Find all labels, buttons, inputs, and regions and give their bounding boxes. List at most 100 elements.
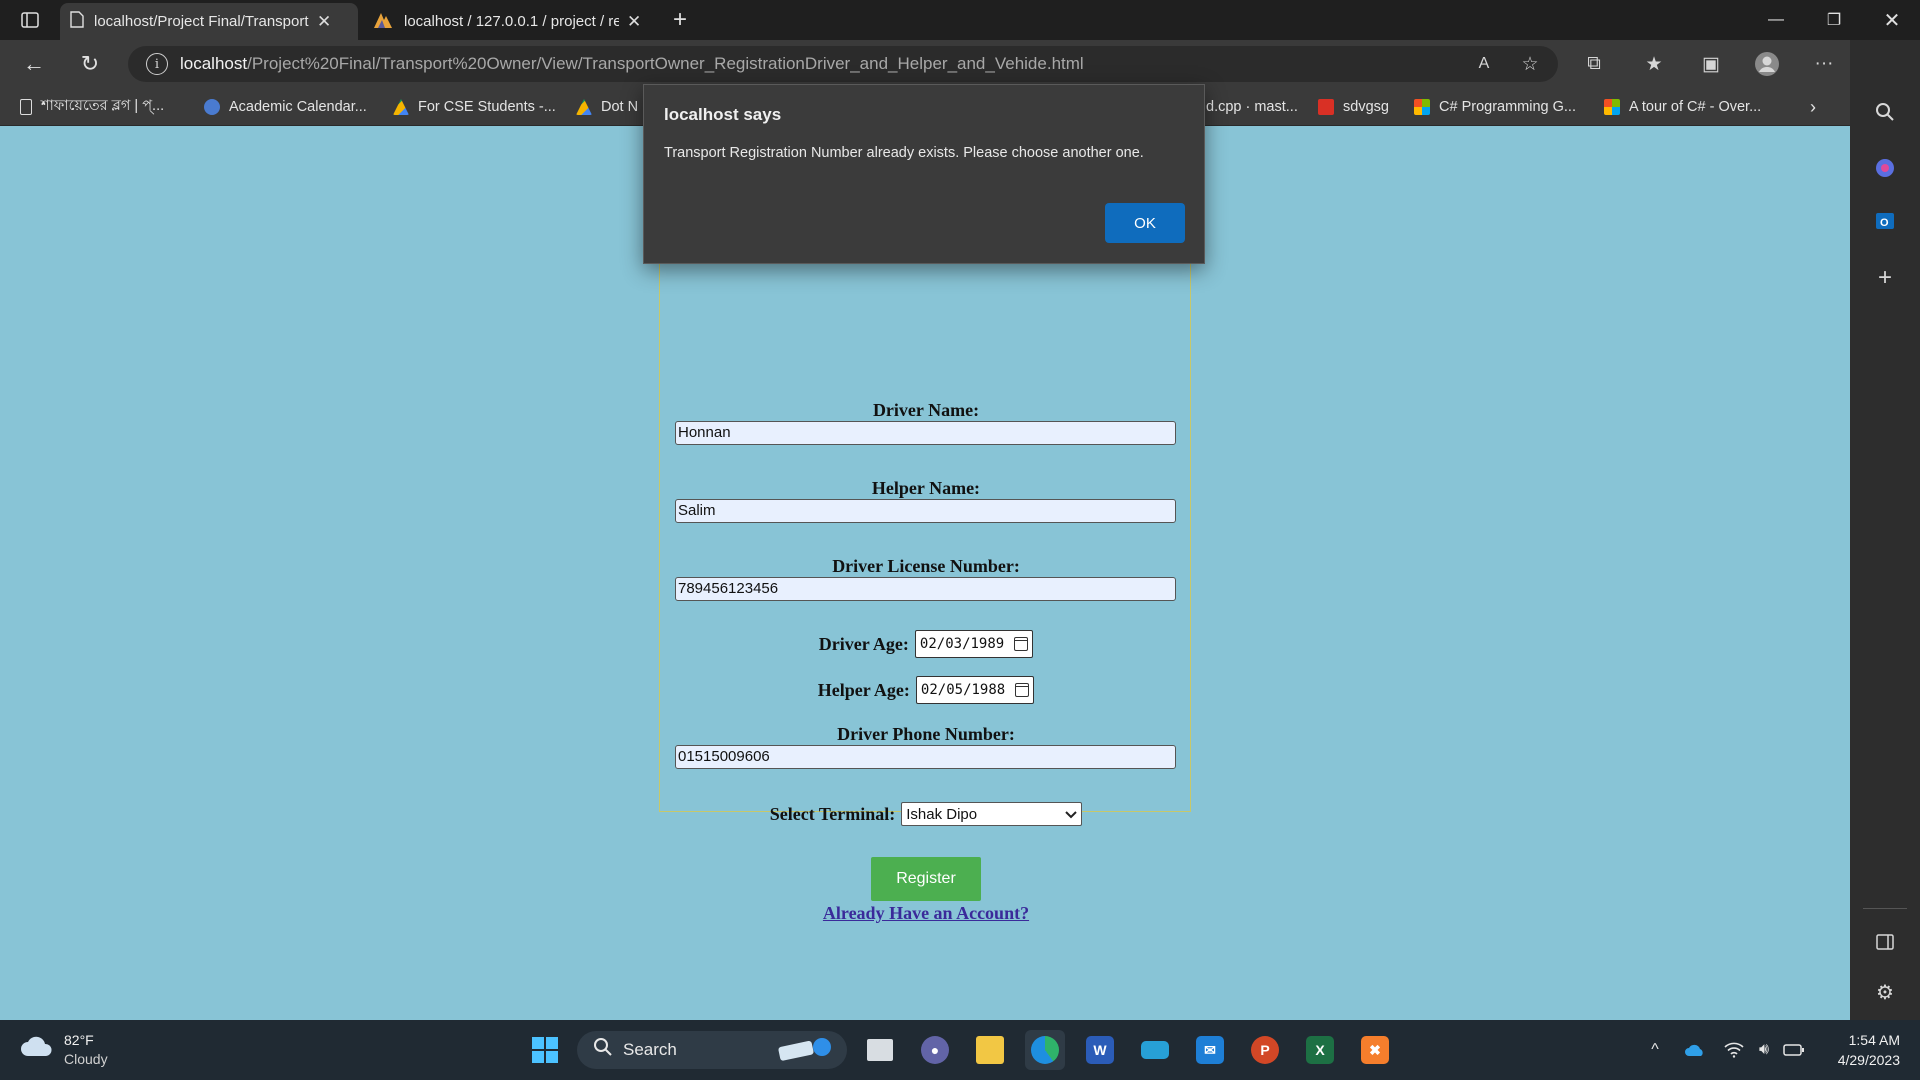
address-bar[interactable]: i localhost/Project%20Final/Transport%20…	[128, 46, 1558, 82]
bookmark-item[interactable]: C# Programming G...	[1414, 96, 1576, 118]
cloud-icon[interactable]	[20, 1034, 56, 1064]
driver-age-label: Driver Age:	[818, 633, 909, 654]
browser-toolbar: ← ↻ i localhost/Project%20Final/Transpor…	[0, 40, 1920, 88]
search-icon	[593, 1037, 613, 1063]
refresh-icon[interactable]: ↻	[74, 48, 106, 80]
phone-input[interactable]: 01515009606	[675, 745, 1176, 769]
driver-name-input[interactable]: Honnan	[675, 421, 1176, 445]
search-label: Search	[623, 1040, 677, 1059]
word-icon[interactable]: W	[1080, 1030, 1120, 1070]
add-icon[interactable]: +	[1871, 264, 1899, 292]
bookmark-item[interactable]: A tour of C# - Over...	[1604, 96, 1761, 118]
sidebar-toggle-icon[interactable]	[2, 0, 58, 40]
chevron-right-icon[interactable]: ›	[1810, 96, 1816, 118]
tab-phpmyadmin[interactable]: localhost / 127.0.0.1 / project / re ✕	[362, 3, 658, 40]
sidebar-divider	[1863, 908, 1907, 909]
phone-label: Driver Phone Number:	[837, 724, 1015, 744]
chevron-down-icon	[1065, 806, 1077, 823]
pdf-icon	[1318, 99, 1334, 115]
helper-age-value: 02/05/1988	[920, 682, 1006, 698]
drive-icon	[393, 99, 409, 115]
register-button[interactable]: Register	[871, 857, 981, 901]
search-highlight-icon	[775, 1034, 835, 1067]
page-icon	[70, 11, 84, 32]
search-icon[interactable]	[1871, 98, 1899, 126]
alert-dialog: localhost says Transport Registration Nu…	[643, 84, 1205, 264]
edge-icon[interactable]	[1025, 1030, 1065, 1070]
panel-icon[interactable]	[1871, 928, 1899, 956]
new-tab-icon[interactable]: +	[655, 0, 705, 40]
restore-icon[interactable]: ❐	[1806, 0, 1862, 40]
clock-time[interactable]: 1:54 AM	[1810, 1032, 1900, 1048]
terminal-label: Select Terminal:	[769, 803, 896, 824]
chevron-up-icon[interactable]: ^	[1643, 1038, 1667, 1062]
powerpoint-icon[interactable]: P	[1245, 1030, 1285, 1070]
driver-age-input[interactable]: 02/03/1989	[914, 630, 1034, 658]
helper-age-label: Helper Age:	[817, 679, 910, 700]
drive-icon	[576, 99, 592, 115]
svg-text:O: O	[1880, 217, 1889, 229]
dialog-title: localhost says	[664, 105, 782, 124]
minimize-icon[interactable]: —	[1748, 0, 1804, 40]
helper-name-label: Helper Name:	[871, 478, 981, 498]
calendar-icon[interactable]	[1014, 637, 1029, 651]
bookmark-item[interactable]: শাফায়েতের ব্লগ | প্...	[20, 96, 164, 118]
calendar-icon[interactable]	[1015, 683, 1030, 697]
close-icon[interactable]: ✕	[317, 12, 331, 32]
page-icon	[20, 99, 32, 115]
mail-icon[interactable]: ✉	[1190, 1030, 1230, 1070]
taskbar-search[interactable]: Search	[577, 1031, 847, 1069]
excel-icon[interactable]: X	[1300, 1030, 1340, 1070]
bookmark-item[interactable]: Dot N	[576, 96, 638, 118]
microsoft-icon	[1604, 99, 1620, 115]
dialog-message: Transport Registration Number already ex…	[664, 145, 1144, 161]
driver-name-label: Driver Name:	[872, 400, 980, 420]
favorite-add-icon[interactable]: ☆	[1516, 50, 1544, 78]
clock-date[interactable]: 4/29/2023	[1810, 1052, 1900, 1068]
bookmark-item[interactable]: d.cpp · mast...	[1206, 96, 1298, 118]
driver-age-value: 02/03/1989	[919, 636, 1005, 652]
registration-form: Driver Name: Honnan Helper Name: Salim D…	[659, 252, 1192, 923]
helper-age-input[interactable]: 02/05/1988	[915, 676, 1035, 704]
teams-chat-icon[interactable]: ●	[915, 1030, 955, 1070]
close-icon[interactable]: ✕	[627, 12, 641, 32]
weather-temp[interactable]: 82°F	[64, 1032, 94, 1048]
windows-icon[interactable]	[525, 1030, 565, 1070]
read-aloud-icon[interactable]: A	[1470, 50, 1498, 78]
bookmark-item[interactable]: Academic Calendar...	[204, 96, 367, 118]
profile-icon[interactable]	[1753, 50, 1781, 78]
license-input[interactable]: 789456123456	[675, 577, 1176, 601]
close-window-icon[interactable]: ✕	[1864, 0, 1920, 40]
wifi-icon[interactable]	[1722, 1038, 1746, 1062]
outlook-icon[interactable]: O	[1871, 207, 1899, 235]
bookmark-item[interactable]: sdvgsg	[1318, 96, 1389, 118]
copilot-icon[interactable]	[1871, 154, 1899, 182]
globe-icon	[204, 99, 220, 115]
tab-title: localhost/Project Final/Transport	[94, 13, 309, 30]
volume-icon[interactable]: 🔊︎	[1752, 1038, 1776, 1062]
xampp-icon[interactable]: ✖	[1355, 1030, 1395, 1070]
info-icon[interactable]: i	[146, 53, 168, 75]
app-icon[interactable]	[1135, 1030, 1175, 1070]
bookmark-item[interactable]: For CSE Students -...	[393, 96, 556, 118]
microsoft-icon	[1414, 99, 1430, 115]
favorites-icon[interactable]: ★	[1640, 50, 1668, 78]
onedrive-icon[interactable]	[1683, 1038, 1707, 1062]
back-icon[interactable]: ←	[18, 48, 50, 80]
weather-desc[interactable]: Cloudy	[64, 1051, 108, 1067]
battery-icon[interactable]	[1782, 1038, 1806, 1062]
gear-icon[interactable]: ⚙	[1871, 978, 1899, 1006]
tab-active[interactable]: localhost/Project Final/Transport ✕	[60, 3, 358, 40]
ok-button[interactable]: OK	[1105, 203, 1185, 243]
extensions-icon[interactable]: ⧉	[1580, 50, 1608, 78]
helper-name-input[interactable]: Salim	[675, 499, 1176, 523]
more-icon[interactable]: ···	[1810, 50, 1838, 78]
terminal-value: Ishak Dipo	[906, 805, 978, 823]
url-path: /Project%20Final/Transport%20Owner/View/…	[247, 54, 1084, 73]
terminal-select[interactable]: Ishak Dipo	[901, 802, 1083, 826]
collections-icon[interactable]: ▣	[1697, 50, 1725, 78]
task-view-icon[interactable]	[860, 1030, 900, 1070]
helper-age-row: Helper Age: 02/05/1988	[660, 675, 1192, 705]
already-have-account-link[interactable]: Already Have an Account?	[660, 903, 1192, 924]
file-explorer-icon[interactable]	[970, 1030, 1010, 1070]
